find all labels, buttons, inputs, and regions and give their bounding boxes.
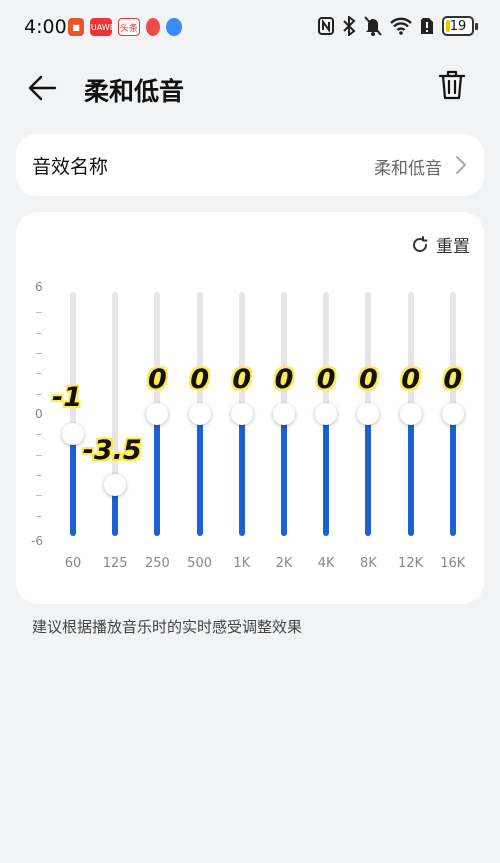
eq-band-value: -3.5	[82, 435, 142, 467]
wifi-icon	[390, 17, 412, 35]
eq-band-label: 1K	[233, 556, 251, 571]
red-app-icon	[146, 18, 160, 36]
preset-name-label: 音效名称	[32, 156, 109, 178]
adjust-hint: 建议根据播放音乐时的实时感受调整效果	[32, 618, 303, 636]
eq-band-fill	[365, 414, 372, 536]
scale-tick	[36, 312, 42, 314]
eq-band-knob[interactable]	[273, 403, 295, 425]
reset-label: 重置	[436, 237, 470, 257]
refresh-icon	[413, 235, 428, 252]
battery-indicator: 19	[442, 16, 478, 36]
delete-button[interactable]	[438, 70, 470, 104]
eq-band-label: 60	[64, 556, 82, 571]
status-bar: 4:00 ■ HUAWEI 头条 19	[0, 0, 500, 56]
page-title: 柔和低音	[84, 77, 185, 106]
eq-band-knob[interactable]	[104, 474, 127, 497]
eq-band-value: 0	[147, 364, 167, 395]
status-time: 4:00	[24, 16, 67, 38]
scale-tick	[36, 475, 42, 476]
equalizer-card: 重置 6 0 -6 60 -1 125 -3.5 250 0 500 0 1K 0 2K 0 4K 0 8K…	[16, 212, 484, 604]
scale-tick	[36, 515, 42, 517]
chevron-right-icon	[456, 156, 466, 174]
huawei-app-icon: HUAWEI	[85, 18, 117, 36]
scale-tick	[36, 434, 42, 436]
eq-band-fill	[449, 414, 456, 536]
scale-zero-label: 0	[35, 407, 43, 421]
eq-band-value: 0	[358, 364, 378, 395]
scale-min-label: -6	[31, 534, 43, 548]
scale-tick	[36, 495, 42, 497]
reset-button[interactable]: 重置	[410, 232, 470, 257]
eq-band-label: 2K	[275, 556, 293, 571]
eq-band-value: 0	[443, 364, 463, 395]
eq-band-value: 0	[232, 364, 252, 395]
app-notification-icon: ■	[68, 18, 84, 36]
back-button[interactable]	[26, 72, 66, 104]
browser-app-icon	[166, 18, 182, 36]
eq-band-value: 0	[401, 364, 420, 395]
arrow-left-icon	[28, 75, 57, 101]
eq-band-knob[interactable]	[315, 403, 338, 425]
eq-band-fill	[281, 414, 287, 536]
eq-band-knob[interactable]	[146, 403, 169, 425]
sim-alert-icon	[421, 18, 433, 34]
eq-band-value: -1	[52, 382, 82, 414]
status-app-icons: ■ HUAWEI 头条	[68, 18, 182, 36]
preset-name-row[interactable]: 音效名称 柔和低音	[16, 134, 484, 196]
trash-icon	[438, 70, 466, 100]
scale-tick	[36, 373, 42, 375]
eq-band-knob[interactable]	[230, 403, 253, 425]
eq-band-fill	[70, 434, 76, 536]
eq-band-fill	[323, 414, 330, 536]
scale-tick	[36, 353, 42, 354]
nfc-icon	[318, 17, 334, 35]
bluetooth-icon	[343, 16, 356, 36]
eq-band-label: 4K	[317, 556, 335, 571]
mute-bell-icon	[364, 16, 382, 36]
eq-band-knob[interactable]	[399, 403, 422, 425]
battery-level: 19	[449, 18, 467, 34]
eq-band-label: 500	[187, 556, 212, 571]
eq-band-label: 8K	[359, 556, 377, 571]
status-indicators: 19	[318, 16, 478, 36]
eq-band-fill	[154, 414, 161, 536]
scale-tick	[36, 454, 42, 456]
eq-band-fill	[196, 414, 203, 536]
title-bar: 柔和低音	[0, 62, 500, 114]
toutiao-app-icon: 头条	[118, 18, 140, 36]
eq-band-fill	[407, 414, 414, 536]
eq-band-value: 0	[316, 364, 336, 395]
eq-band-label: 125	[102, 556, 128, 571]
eq-band-label: 250	[144, 556, 170, 571]
scale-tick	[36, 332, 42, 334]
eq-band-knob[interactable]	[188, 403, 211, 425]
eq-band-value: 0	[274, 364, 294, 395]
eq-band-knob[interactable]	[357, 403, 380, 425]
eq-band-label: 12K	[398, 556, 424, 571]
eq-band-fill	[238, 414, 245, 536]
eq-band-label: 16K	[440, 556, 466, 571]
eq-band-value: 0	[190, 364, 209, 395]
scale-tick	[36, 393, 42, 395]
scale-max-label: 6	[35, 280, 43, 294]
preset-name-value: 柔和低音	[374, 159, 442, 179]
eq-band-knob[interactable]	[441, 403, 464, 425]
